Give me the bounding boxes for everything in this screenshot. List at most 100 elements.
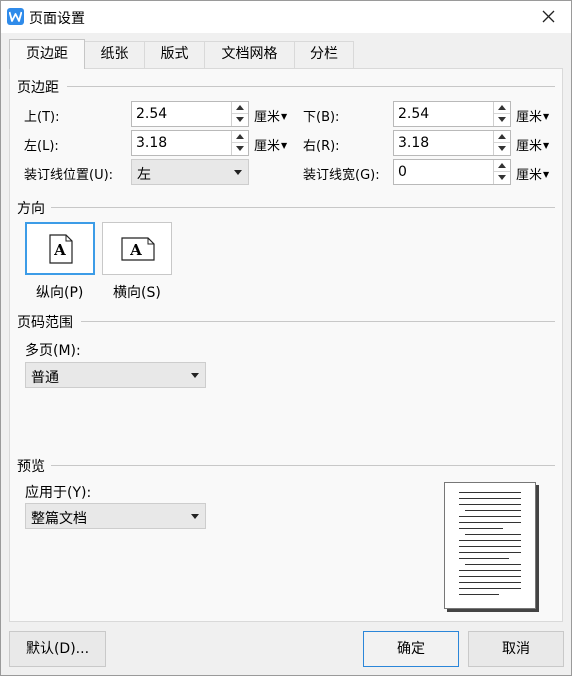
preview-text-line: [459, 504, 521, 505]
increment-button[interactable]: [494, 102, 510, 114]
up-arrow-icon: [498, 163, 506, 168]
bottom-margin-spinner[interactable]: 2.54: [393, 101, 511, 127]
orientation-divider: [51, 207, 555, 208]
spinner-arrows: [493, 131, 510, 155]
increment-button[interactable]: [494, 131, 510, 143]
chevron-down-icon: [191, 373, 199, 378]
top-margin-unit-dropdown[interactable]: 厘米▼: [254, 106, 287, 125]
up-arrow-icon: [498, 105, 506, 110]
apply-to-select[interactable]: 整篇文档: [25, 503, 206, 529]
apply-to-value: 整篇文档: [31, 511, 87, 527]
multiple-pages-value: 普通: [31, 370, 59, 386]
top-margin-spinner[interactable]: 2.54: [131, 101, 249, 127]
preview-text-line: [459, 492, 521, 493]
landscape-option[interactable]: A: [102, 222, 172, 275]
tab-layout[interactable]: 版式: [144, 41, 205, 68]
dropdown-caret-icon: ▼: [543, 112, 550, 121]
left-margin-value: 3.18: [136, 135, 168, 151]
up-arrow-icon: [498, 134, 506, 139]
close-icon: [542, 10, 555, 23]
decrement-button[interactable]: [494, 143, 510, 155]
portrait-option[interactable]: A: [25, 222, 95, 275]
page-range-section-title: 页码范围: [17, 315, 73, 331]
down-arrow-icon: [498, 175, 506, 180]
page-preview: [444, 482, 536, 609]
page-range-divider: [81, 321, 555, 322]
top-margin-value: 2.54: [136, 106, 168, 122]
preview-text-line: [459, 552, 521, 553]
tab-margins[interactable]: 页边距: [9, 39, 85, 69]
preview-text-line: [465, 564, 521, 565]
page-setup-dialog: 页面设置 纸张 版式 文档网格 分栏 页边距 页边距 上(T): 2.54 厘米…: [0, 0, 572, 676]
preview-section-title: 预览: [17, 459, 45, 475]
bottom-margin-unit-dropdown[interactable]: 厘米▼: [516, 106, 549, 125]
dropdown-caret-icon: ▼: [281, 141, 288, 150]
preview-text-line: [459, 516, 521, 517]
tab-document-grid[interactable]: 文档网格: [204, 41, 295, 68]
left-margin-unit-dropdown[interactable]: 厘米▼: [254, 135, 287, 154]
unit-label: 厘米: [516, 110, 543, 125]
gutter-width-unit-dropdown[interactable]: 厘米▼: [516, 164, 549, 183]
apply-to-label: 应用于(Y):: [25, 485, 92, 501]
preview-text-line: [459, 570, 521, 571]
increment-button[interactable]: [232, 102, 248, 114]
right-margin-label: 右(R):: [303, 139, 340, 154]
landscape-glyph: A: [129, 241, 142, 259]
ok-button[interactable]: 确定: [363, 631, 459, 667]
unit-label: 厘米: [516, 168, 543, 183]
margins-divider: [67, 86, 555, 87]
right-margin-spinner[interactable]: 3.18: [393, 130, 511, 156]
decrement-button[interactable]: [232, 143, 248, 155]
default-button[interactable]: 默认(D)...: [9, 631, 106, 667]
decrement-button[interactable]: [494, 172, 510, 184]
dialog-title: 页面设置: [29, 11, 85, 27]
preview-text-line: [459, 498, 521, 499]
spinner-arrows: [493, 160, 510, 184]
preview-text-line: [459, 594, 499, 595]
orientation-section-title: 方向: [17, 201, 45, 217]
portrait-label: 纵向(P): [36, 285, 84, 301]
multiple-pages-select[interactable]: 普通: [25, 362, 206, 388]
title-bar: 页面设置: [1, 1, 571, 33]
chevron-down-icon: [191, 514, 199, 519]
gutter-width-value: 0: [398, 164, 407, 180]
unit-label: 厘米: [516, 139, 543, 154]
down-arrow-icon: [236, 117, 244, 122]
decrement-button[interactable]: [232, 114, 248, 126]
portrait-page-icon: A: [49, 234, 73, 264]
tab-paper[interactable]: 纸张: [84, 41, 145, 68]
down-arrow-icon: [498, 146, 506, 151]
cancel-button[interactable]: 取消: [468, 631, 564, 667]
unit-label: 厘米: [254, 139, 281, 154]
dropdown-caret-icon: ▼: [543, 170, 550, 179]
gutter-position-select[interactable]: 左: [131, 159, 249, 185]
preview-text-line: [465, 534, 521, 535]
preview-text-line: [459, 522, 521, 523]
gutter-width-label: 装订线宽(G):: [303, 168, 380, 183]
bottom-margin-value: 2.54: [398, 106, 430, 122]
landscape-label: 横向(S): [113, 285, 161, 301]
close-button[interactable]: [527, 1, 571, 33]
spinner-arrows: [493, 102, 510, 126]
left-margin-spinner[interactable]: 3.18: [131, 130, 249, 156]
right-margin-unit-dropdown[interactable]: 厘米▼: [516, 135, 549, 154]
tab-columns[interactable]: 分栏: [294, 41, 354, 68]
preview-text-line: [459, 528, 503, 529]
unit-label: 厘米: [254, 110, 281, 125]
decrement-button[interactable]: [494, 114, 510, 126]
bottom-margin-label: 下(B):: [303, 110, 340, 125]
preview-text-line: [459, 582, 521, 583]
up-arrow-icon: [236, 105, 244, 110]
gutter-width-spinner[interactable]: 0: [393, 159, 511, 185]
preview-text-line: [459, 558, 509, 559]
increment-button[interactable]: [232, 131, 248, 143]
preview-text-line: [459, 546, 521, 547]
up-arrow-icon: [236, 134, 244, 139]
top-margin-label: 上(T):: [24, 110, 60, 125]
increment-button[interactable]: [494, 160, 510, 172]
gutter-position-value: 左: [137, 167, 151, 183]
preview-divider: [51, 465, 555, 466]
margins-section-title: 页边距: [17, 80, 59, 96]
down-arrow-icon: [236, 146, 244, 151]
right-margin-value: 3.18: [398, 135, 430, 151]
